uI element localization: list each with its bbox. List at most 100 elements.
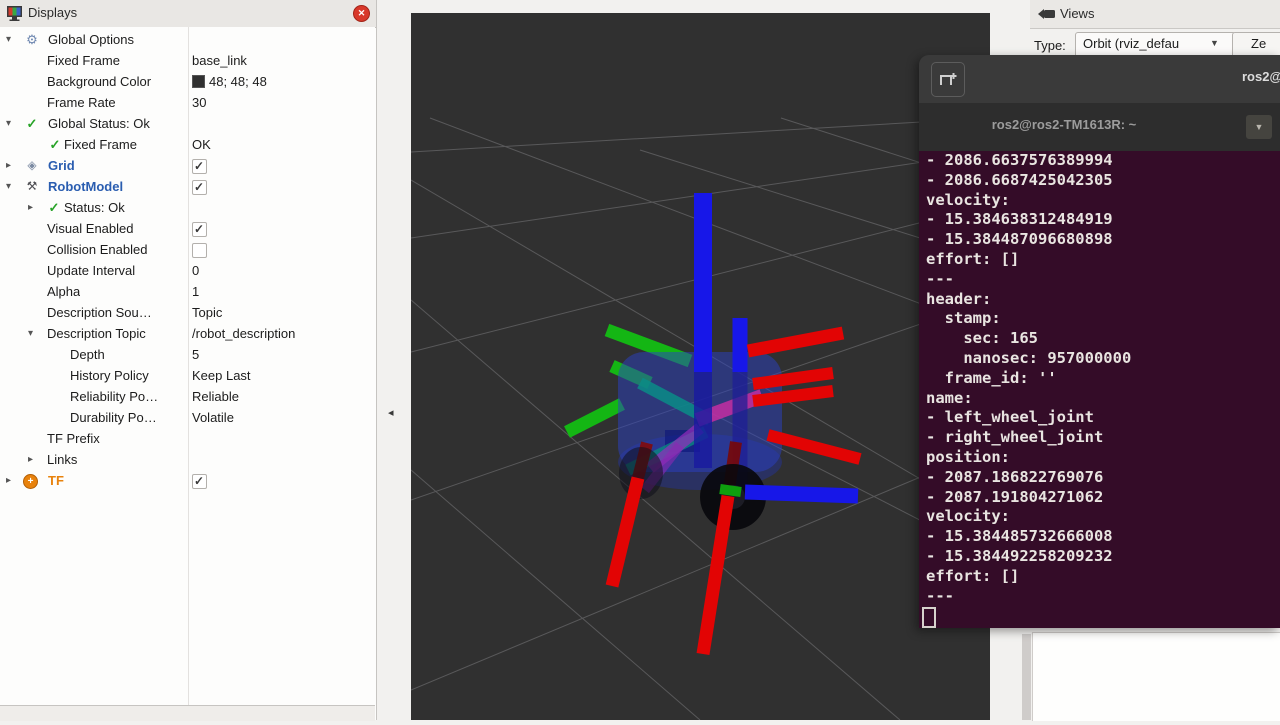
terminal-tab[interactable]: ros2@ros2-TM1613R: ~	[919, 117, 1209, 132]
expanded-arrow-icon[interactable]: ▾	[28, 323, 42, 344]
tree-row-visual-enabled[interactable]: Visual Enabled	[0, 218, 375, 239]
checkbox[interactable]	[192, 159, 207, 174]
tree-row-tf-prefix[interactable]: TF Prefix	[0, 428, 375, 449]
tree-row-global-options[interactable]: ▾⚙ Global Options	[0, 29, 375, 50]
terminal-line: - 15.384638312484919	[919, 210, 1280, 230]
tree-row-history-policy[interactable]: History PolicyKeep Last	[0, 365, 375, 386]
tree-row-value[interactable]: Volatile	[192, 407, 234, 428]
collapsed-arrow-icon[interactable]: ▸	[28, 449, 42, 470]
checkbox[interactable]	[192, 180, 207, 195]
terminal-titlebar[interactable]: ros2@	[919, 55, 1280, 104]
tree-row-value[interactable]: Reliable	[192, 386, 239, 407]
collapsed-arrow-icon[interactable]: ▸	[28, 197, 42, 218]
terminal-line: frame_id: ''	[919, 369, 1280, 389]
expanded-arrow-icon[interactable]: ▾	[6, 113, 20, 134]
terminal-line: effort: []	[919, 567, 1280, 587]
tree-row-background-color[interactable]: Background Color48; 48; 48	[0, 71, 375, 92]
terminal-line: - 2086.6637576389994	[919, 151, 1280, 171]
tree-row-value[interactable]: Topic	[192, 302, 222, 323]
tree-row-update-interval[interactable]: Update Interval0	[0, 260, 375, 281]
checkbox[interactable]	[192, 222, 207, 237]
tree-row-description-sou-[interactable]: Description Sou… Topic	[0, 302, 375, 323]
3d-viewport[interactable]	[411, 13, 990, 720]
rviz-window: { "displays_panel": { "title": "Displays…	[0, 0, 1280, 720]
tree-row-description-topic[interactable]: ▾Description Topic/robot_description	[0, 323, 375, 344]
check-icon: ✓	[23, 113, 41, 134]
displays-panel-header[interactable]: Displays ✕	[0, 0, 376, 28]
tree-row-label: Durability Po…	[70, 407, 157, 428]
tree-row-reliability-po-[interactable]: Reliability Po…Reliable	[0, 386, 375, 407]
tree-row-collision-enabled[interactable]: Collision Enabled	[0, 239, 375, 260]
tree-row-value[interactable]: /robot_description	[192, 323, 295, 344]
tree-row-fixed-frame[interactable]: Fixed Framebase_link	[0, 50, 375, 71]
tree-row-depth[interactable]: Depth 5	[0, 344, 375, 365]
collapsed-arrow-icon[interactable]: ▸	[6, 155, 20, 176]
terminal-line: stamp:	[919, 309, 1280, 329]
tree-row-grid[interactable]: ▸◈Grid	[0, 155, 375, 176]
terminal-line: velocity:	[919, 507, 1280, 527]
new-tab-button[interactable]	[931, 62, 965, 97]
tree-row-label: Alpha	[47, 281, 80, 302]
tree-row-value[interactable]: base_link	[192, 50, 247, 71]
tree-row-durability-po-[interactable]: Durability Po… Volatile	[0, 407, 375, 428]
displays-tree: ▾⚙Global OptionsFixed Framebase_linkBack…	[0, 27, 375, 705]
terminal-window-title: ros2@	[1242, 69, 1280, 84]
tree-row-label: Depth	[70, 344, 105, 365]
terminal-cursor	[922, 607, 936, 628]
terminal-line: velocity:	[919, 191, 1280, 211]
tree-row-label: Links	[47, 449, 77, 470]
collapsed-arrow-icon[interactable]: ▸	[6, 470, 20, 491]
tree-row-robotmodel[interactable]: ▾⚒ RobotModel	[0, 176, 375, 197]
tree-row-tf[interactable]: ▸ TF	[0, 470, 375, 491]
terminal-tab-bar: ros2@ros2-TM1613R: ~ ▼	[919, 103, 1280, 151]
terminal-line: sec: 165	[919, 329, 1280, 349]
terminal-line: - 2087.191804271062	[919, 488, 1280, 508]
chevron-down-icon[interactable]: ▼	[1210, 38, 1219, 48]
tree-row-value[interactable]: 0	[192, 260, 199, 281]
displays-panel: Displays ✕ ▾⚙Global OptionsFixed Frameba…	[0, 0, 377, 720]
tree-row-fixed-frame[interactable]: ✓Fixed FrameOK	[0, 134, 375, 155]
collapse-panel-icon[interactable]: ◂	[388, 406, 394, 419]
tree-row-status-ok[interactable]: ▸✓Status: Ok	[0, 197, 375, 218]
tree-row-value[interactable]: OK	[192, 134, 211, 155]
views-list-secondary[interactable]	[1175, 632, 1280, 721]
new-tab-icon	[939, 72, 957, 88]
gear-icon: ⚙	[23, 29, 41, 50]
tree-row-value[interactable]: 1	[192, 281, 199, 302]
terminal-line: - 15.384487096680898	[919, 230, 1280, 250]
tree-row-label: RobotModel	[48, 176, 123, 197]
tree-row-label: Visual Enabled	[47, 218, 134, 239]
tree-row-alpha[interactable]: Alpha 1	[0, 281, 375, 302]
tree-row-global-status-ok[interactable]: ▾✓Global Status: Ok	[0, 113, 375, 134]
terminal-body[interactable]: - 2086.6637576389994- 2086.6687425042305…	[919, 151, 1280, 628]
tab-list-chevron-icon[interactable]: ▼	[1246, 115, 1272, 139]
tree-row-value[interactable]: 48; 48; 48	[192, 71, 267, 92]
views-scrollbar[interactable]	[1022, 634, 1031, 720]
tree-row-label: Global Options	[48, 29, 134, 50]
displays-panel-icon	[6, 5, 23, 22]
terminal-window: ros2@ ros2@ros2-TM1613R: ~ ▼ - 2086.6637…	[919, 55, 1280, 628]
views-list[interactable]	[1032, 632, 1176, 721]
tree-row-frame-rate[interactable]: Frame Rate30	[0, 92, 375, 113]
tree-row-label: TF	[48, 470, 64, 491]
tree-row-value[interactable]: Keep Last	[192, 365, 251, 386]
tree-row-label: Description Sou…	[47, 302, 152, 323]
views-panel-header[interactable]: Views	[1030, 0, 1280, 29]
tree-row-links[interactable]: ▸Links	[0, 449, 375, 470]
robot-icon: ⚒	[23, 176, 41, 197]
expanded-arrow-icon[interactable]: ▾	[6, 29, 20, 50]
checkbox[interactable]	[192, 474, 207, 489]
checkbox[interactable]	[192, 243, 207, 258]
terminal-line: position:	[919, 448, 1280, 468]
terminal-line: ---	[919, 587, 1280, 607]
terminal-line: name:	[919, 389, 1280, 409]
terminal-line: - right_wheel_joint	[919, 428, 1280, 448]
terminal-line: - 15.384485732666008	[919, 527, 1280, 547]
tree-row-value[interactable]: 5	[192, 344, 199, 365]
expanded-arrow-icon[interactable]: ▾	[6, 176, 20, 197]
close-icon[interactable]: ✕	[353, 5, 370, 22]
tree-row-label: Status: Ok	[64, 197, 125, 218]
tree-row-value[interactable]: 30	[192, 92, 206, 113]
panel-splitter[interactable]: ◂	[377, 0, 411, 720]
tf-icon	[23, 474, 38, 489]
